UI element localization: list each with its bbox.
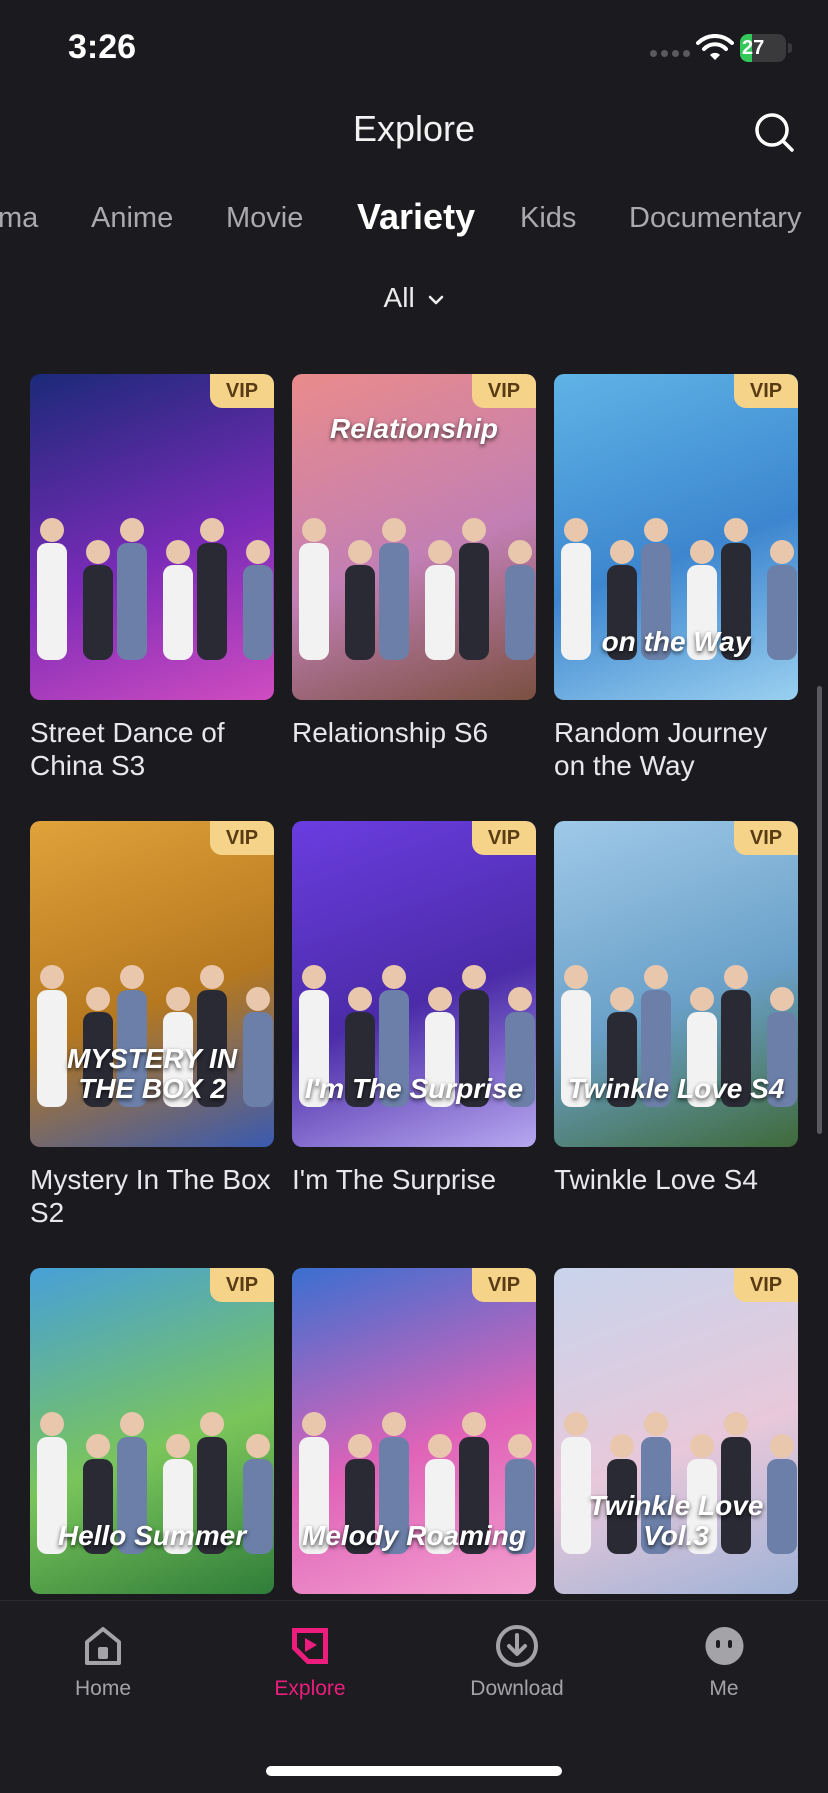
home-icon <box>85 1627 121 1665</box>
poster-people <box>37 518 273 660</box>
show-title: Twinkle Love S4 <box>554 1164 758 1195</box>
poster-title: Relationship <box>329 413 498 444</box>
vip-badge: VIP <box>472 374 536 408</box>
vip-badge: VIP <box>210 821 274 855</box>
vip-badge: VIP <box>734 821 798 855</box>
nav-explore[interactable]: Explore <box>240 1623 380 1701</box>
show-poster: Twinkle Love Vol.3 VIP <box>554 1268 798 1594</box>
poster-title: MYSTERY IN THE BOX 2 <box>66 1043 238 1104</box>
poster-title: Melody Roaming <box>302 1519 527 1551</box>
show-poster: Relationship VIP <box>292 374 536 700</box>
poster-title: I'm The Surprise <box>304 1072 524 1104</box>
nav-label: Explore <box>274 1677 346 1700</box>
poster-title: Twinkle Love Vol.3 <box>588 1490 764 1551</box>
show-title: Random Journey on the Way <box>554 717 768 781</box>
nav-home[interactable]: Home <box>33 1623 173 1701</box>
me-icon <box>705 1626 744 1665</box>
poster-title: Hello Summer <box>57 1519 247 1551</box>
explore-icon <box>292 1628 328 1664</box>
bottom-nav: Home Explore Download Me <box>0 1600 828 1793</box>
vip-badge: VIP <box>210 374 274 408</box>
home-indicator <box>266 1766 562 1776</box>
vip-badge: VIP <box>210 1268 274 1302</box>
vip-badge: VIP <box>472 1268 536 1302</box>
scrollbar[interactable] <box>817 686 822 1134</box>
content-grid: VIP Street Dance of China S3 Relationshi… <box>0 0 828 1600</box>
show-poster: VIP <box>30 374 274 700</box>
vip-badge: VIP <box>734 1268 798 1302</box>
vip-badge: VIP <box>734 374 798 408</box>
show-title: Mystery In The Box S2 <box>30 1164 271 1228</box>
nav-label: Download <box>470 1677 564 1700</box>
poster-title: on the Way <box>601 625 751 657</box>
nav-label: Home <box>74 1677 132 1700</box>
nav-me[interactable]: Me <box>654 1623 794 1701</box>
download-icon <box>496 1625 538 1667</box>
show-poster: Melody Roaming VIP <box>292 1268 536 1594</box>
poster-people <box>299 518 535 660</box>
show-title: I'm The Surprise <box>292 1164 497 1195</box>
nav-label: Me <box>709 1677 739 1700</box>
show-poster: Twinkle Love S4 VIP <box>554 821 798 1147</box>
nav-download[interactable]: Download <box>447 1623 587 1701</box>
show-title: Relationship S6 <box>292 717 489 748</box>
vip-badge: VIP <box>472 821 536 855</box>
poster-title: Twinkle Love S4 <box>567 1072 785 1104</box>
show-poster: on the Way VIP <box>554 374 798 700</box>
show-title: Street Dance of China S3 <box>30 717 225 781</box>
show-poster: Hello Summer VIP <box>30 1268 274 1594</box>
show-poster: MYSTERY IN THE BOX 2 VIP <box>30 821 274 1147</box>
show-poster: I'm The Surprise VIP <box>292 821 536 1147</box>
